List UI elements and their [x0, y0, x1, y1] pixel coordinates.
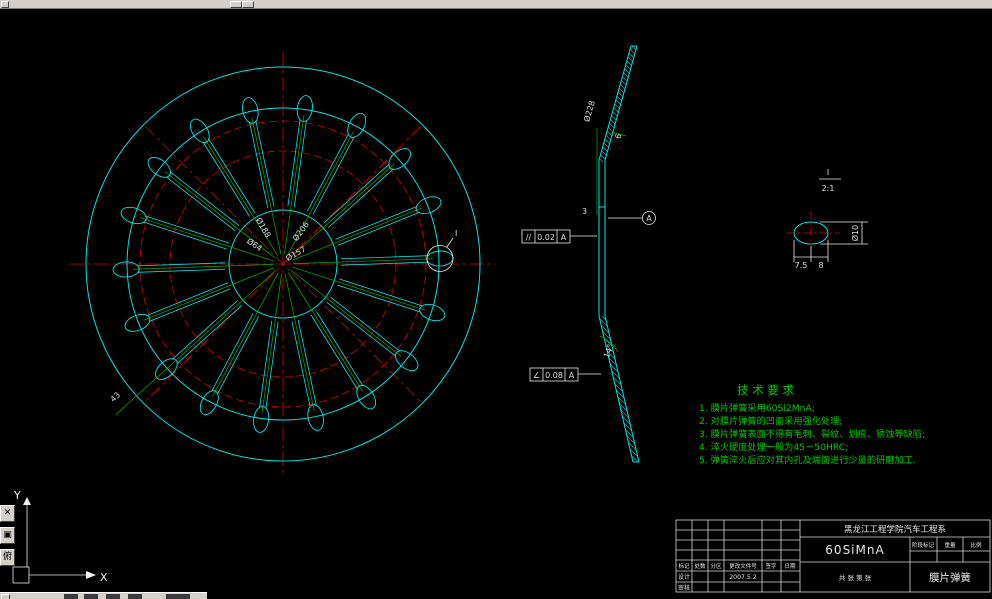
close-icon[interactable]: ✕ [0, 505, 15, 522]
tech-req-item: 2. 对膜片弹簧的凹面采用强化处理; [699, 415, 842, 427]
gdt-symbol: // [526, 233, 532, 242]
gdt-datum-ref: A [561, 233, 567, 242]
detail-scale-label: 2:1 [822, 184, 835, 193]
gdt-frame-angularity: ∠ 0.08 A [529, 367, 579, 382]
tech-req-item: 4. 淬火硬度处理一般为45－50HRC; [699, 441, 848, 453]
statusbar-fragment [128, 594, 142, 599]
tb-sign-label: 设计 [678, 573, 690, 581]
gdt-symbol: ∠ [533, 371, 540, 380]
tb-row-label: 标记 [678, 562, 690, 570]
tb-row-label: 分区 [710, 562, 722, 570]
statusbar-fragment [64, 594, 78, 599]
tech-req-title: 技 术 要 求 [737, 383, 794, 397]
tb-stage-label: 比例 [970, 541, 982, 549]
tb-material: 60SiMnA [825, 543, 884, 557]
tb-row-label: 更改文件号 [729, 562, 757, 570]
canvas-background [0, 0, 992, 599]
tb-sheet: 共 张 第 张 [839, 573, 872, 582]
tech-req-item: 1. 膜片弹簧采用60Si2MnA; [699, 402, 815, 414]
tb-row-label: 签字 [765, 562, 777, 570]
detail-dim-a: 7.5 [795, 261, 808, 270]
autocad-screen: Ø188 Ø64 Ø206 Ø157 43 I 3 6 Ø228 14° // … [0, 0, 992, 599]
dim-3: 3 [582, 207, 587, 216]
gdt-datum-ref: A [569, 371, 575, 380]
ucs-x-label: X [100, 571, 108, 584]
tb-part-name: 膜片弹簧 [929, 571, 971, 584]
tb-sign-label: 审核 [678, 584, 690, 592]
statusbar-strip-fragment [0, 592, 207, 599]
tech-req-item: 5. 弹簧淬火后应对其内孔及端面进行少量的研磨加工. [699, 454, 916, 466]
tb-stage-label: 阶段标记 [912, 541, 935, 549]
gdt-frame-parallelism: // 0.02 A [521, 229, 571, 244]
statusbar-fragment [84, 594, 98, 599]
toolbar-fragment-button[interactable] [242, 1, 254, 8]
tb-row-label: 日期 [784, 563, 796, 570]
toolbar-fragment-button[interactable] [230, 1, 242, 8]
toolbar-fragment-button[interactable] [1, 1, 9, 8]
ucs-y-label: Y [13, 489, 21, 502]
tb-stage-label: 重量 [944, 541, 956, 549]
palette-icon[interactable]: ▣ [0, 527, 15, 544]
statusbar-fragment [106, 594, 120, 599]
detail-ref-label: I [827, 168, 829, 177]
detail-dim-dia: Ø10 [850, 225, 860, 241]
toolbar-strip-fragment [0, 0, 992, 9]
tb-row-label: 处数 [694, 562, 706, 570]
detail-dim-b: 8 [818, 261, 823, 270]
view-icon[interactable]: 俯 [0, 549, 15, 566]
tb-date: 2007.5.2 [729, 574, 757, 581]
gdt-tolerance: 0.08 [545, 371, 563, 380]
statusbar-fragment-button[interactable] [1, 594, 10, 599]
gdt-tolerance: 0.02 [537, 233, 555, 242]
tb-school: 黑龙江工程学院汽车工程系 [844, 524, 946, 535]
datum-label: A [646, 214, 652, 223]
tech-req-item: 3. 膜片弹簧表面不得有毛刺、裂纹、划痕、锈蚀等缺陷; [699, 428, 925, 440]
detail-callout-label: I [455, 229, 457, 238]
statusbar-fragment [166, 594, 190, 599]
drawing-canvas[interactable]: Ø188 Ø64 Ø206 Ø157 43 I 3 6 Ø228 14° // … [0, 0, 992, 599]
